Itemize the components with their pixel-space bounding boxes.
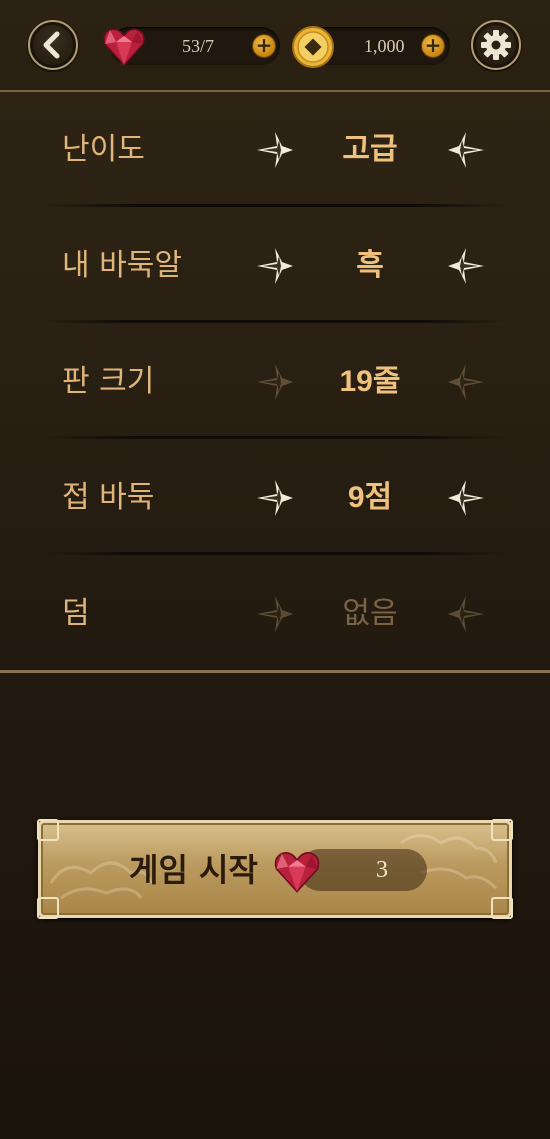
- setting-value: 9점: [347, 481, 393, 514]
- setting-label: 접 바둑: [62, 480, 155, 515]
- left-arrow-icon[interactable]: [255, 246, 295, 286]
- start-game-label: 게임 시작: [129, 851, 258, 889]
- setting-label: 판 크기: [62, 364, 155, 399]
- ruby-heart-icon: [103, 28, 145, 67]
- start-cost: 3: [376, 857, 388, 883]
- row-divider: [40, 320, 510, 323]
- frame-corner: [491, 819, 513, 841]
- row-divider: [40, 436, 510, 439]
- left-arrow-icon: [257, 364, 293, 400]
- back-arrow-icon: [43, 31, 60, 59]
- left-arrow-icon[interactable]: [255, 130, 295, 170]
- top-bar: 53/7 + 1,000 +: [0, 0, 550, 92]
- row-divider: [40, 552, 510, 555]
- setting-value: 19줄: [339, 365, 401, 398]
- ruby-heart-icon: [274, 852, 320, 893]
- hearts-count: 53/7: [182, 36, 215, 56]
- coins-count: 1,000: [364, 36, 405, 56]
- right-arrow-icon[interactable]: [446, 130, 486, 170]
- section-divider: [0, 670, 550, 673]
- add-coins-button[interactable]: +: [422, 35, 444, 57]
- add-hearts-button[interactable]: +: [253, 35, 275, 57]
- gold-coin-icon: [292, 26, 334, 68]
- back-button[interactable]: [28, 20, 78, 70]
- settings-button[interactable]: [471, 20, 521, 70]
- setting-value: 흑: [356, 249, 384, 282]
- setting-label: 내 바둑알: [62, 248, 182, 283]
- setting-row-stone-color: 내 바둑알 흑: [0, 208, 550, 324]
- setting-row-difficulty: 난이도 고급: [0, 92, 550, 208]
- setting-label: 난이도: [62, 132, 145, 167]
- setting-value: 없음: [342, 597, 398, 630]
- frame-corner: [491, 897, 513, 919]
- right-arrow-icon[interactable]: [446, 246, 486, 286]
- left-arrow-icon: [257, 596, 293, 632]
- start-game-button[interactable]: 게임 시작 3: [37, 819, 513, 919]
- right-arrow-icon: [448, 596, 484, 632]
- setting-row-board-size: 판 크기 19줄: [0, 324, 550, 440]
- frame-corner: [37, 819, 59, 841]
- frame-corner: [37, 897, 59, 919]
- gear-icon: [481, 30, 511, 60]
- left-arrow-icon[interactable]: [255, 478, 295, 518]
- setting-label: 덤: [62, 596, 90, 631]
- row-divider: [40, 204, 510, 207]
- right-arrow-icon: [448, 364, 484, 400]
- setting-value: 고급: [342, 133, 398, 166]
- setting-row-komi: 덤 없음: [0, 556, 550, 672]
- right-arrow-icon[interactable]: [446, 478, 486, 518]
- setting-row-handicap: 접 바둑 9점: [0, 440, 550, 556]
